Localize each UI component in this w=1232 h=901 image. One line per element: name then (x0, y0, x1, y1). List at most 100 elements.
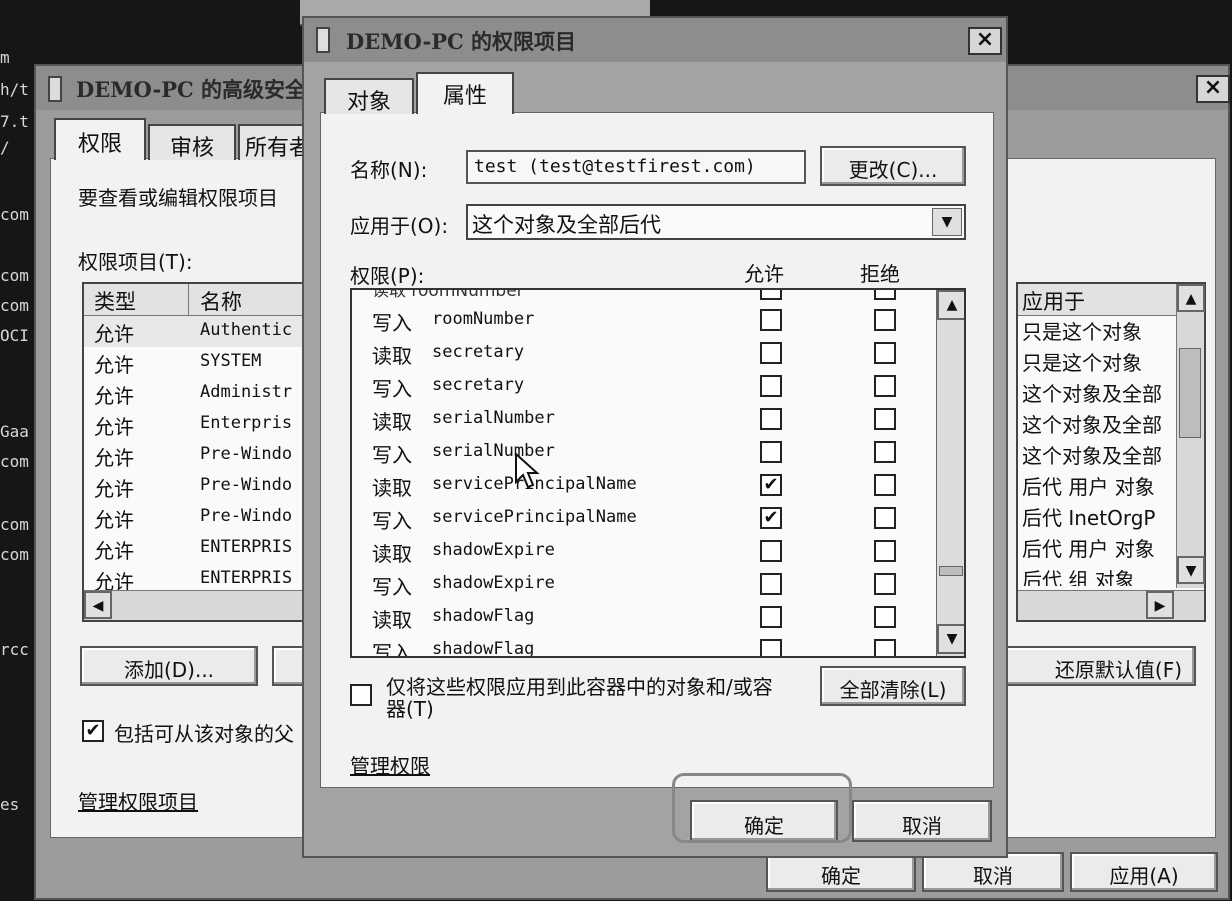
deny-checkbox[interactable] (874, 606, 896, 628)
tab-auditing[interactable]: 审核 (148, 124, 236, 161)
permission-attribute: shadowFlag (432, 639, 535, 658)
permissions-list[interactable]: 读取 roomNumber 写入 roomNumber 读取 secretary 写入 s… (350, 288, 966, 658)
close-icon[interactable]: × (968, 27, 1002, 55)
apply-to-container-checkbox[interactable] (350, 684, 372, 706)
clear-all-button[interactable]: 全部清除(L) (820, 666, 966, 706)
permissions-scrollbar[interactable]: ▲ ▼ (936, 290, 964, 656)
window-icon (316, 27, 330, 53)
row-name: Pre-Windo (200, 506, 293, 526)
partial-allow-checkbox[interactable] (760, 290, 782, 300)
tab-permissions[interactable]: 权限 (54, 118, 146, 160)
applies-to-cell: 后代 用户 对象 (1022, 537, 1155, 561)
scroll-down-icon[interactable]: ▼ (937, 624, 964, 654)
allow-checkbox[interactable] (760, 606, 782, 628)
permission-attribute: secretary (432, 375, 525, 395)
scroll-thumb[interactable] (1179, 348, 1201, 438)
allow-checkbox[interactable] (760, 342, 782, 364)
scroll-down-icon[interactable]: ▼ (1177, 556, 1205, 584)
allow-checkbox[interactable] (760, 639, 782, 656)
deny-checkbox[interactable] (874, 408, 896, 430)
apply-button[interactable]: 应用(A) (1070, 852, 1218, 892)
permission-entry-titlebar: DEMO-PC 的权限项目 × (304, 18, 1006, 62)
apply-to-container-label: 仅将这些权限应用到此容器中的对象和/或容器(T) (386, 675, 773, 721)
table-row[interactable]: 允许 ENTERPRIS (84, 533, 316, 564)
table-row[interactable]: 允许 Administr (84, 378, 316, 409)
allow-checkbox[interactable] (760, 540, 782, 562)
allow-checkbox[interactable] (760, 309, 782, 331)
name-field[interactable]: test (test@testfirest.com) (466, 150, 806, 184)
window-title: DEMO-PC 的高级安全 (76, 77, 307, 102)
applies-to-header-label[interactable]: 应用于 (1022, 286, 1085, 316)
row-name: Pre-Windo (200, 444, 293, 464)
permission-row[interactable]: 读取 secretary (352, 337, 932, 370)
permission-entries-list[interactable]: 类型 名称 允许 Authentic 允许 SYSTEM 允许 Administr 允许 En… (82, 282, 318, 622)
terminal-line: 7.t (0, 112, 29, 131)
deny-checkbox[interactable] (874, 441, 896, 463)
horizontal-scrollbar-right[interactable]: ▶ (1018, 590, 1204, 620)
row-type: 允许 (94, 384, 134, 408)
scroll-up-icon[interactable]: ▲ (1177, 284, 1205, 312)
allow-checkbox[interactable] (760, 408, 782, 430)
cancel-button[interactable]: 取消 (852, 800, 992, 842)
deny-checkbox[interactable] (874, 375, 896, 397)
table-row[interactable]: 允许 Pre-Windo (84, 471, 316, 502)
deny-checkbox[interactable] (874, 540, 896, 562)
cancel-button[interactable]: 取消 (922, 852, 1064, 892)
table-row[interactable]: 允许 Authentic (84, 316, 316, 347)
applies-to-column[interactable]: 应用于 只是这个对象 只是这个对象 这个对象及全部 这个对象及全部 这个对象及全部 后代 … (1016, 282, 1206, 622)
permission-row[interactable]: 写入 shadowFlag (352, 634, 932, 658)
permission-row[interactable]: 写入 roomNumber (352, 304, 932, 337)
permission-entries-label: 权限项目(T): (78, 250, 193, 274)
deny-checkbox[interactable] (874, 474, 896, 496)
column-type[interactable]: 类型 (94, 286, 136, 316)
table-row[interactable]: 允许 Pre-Windo (84, 440, 316, 471)
permission-row[interactable]: 读取 shadowFlag (352, 601, 932, 634)
deny-checkbox[interactable] (874, 639, 896, 656)
deny-checkbox[interactable] (874, 573, 896, 595)
column-name[interactable]: 名称 (200, 286, 242, 316)
add-button[interactable]: 添加(D)... (80, 646, 258, 686)
deny-checkbox[interactable] (874, 507, 896, 529)
deny-checkbox[interactable] (874, 309, 896, 331)
permission-row[interactable]: 写入 secretary (352, 370, 932, 403)
table-row[interactable]: 允许 SYSTEM (84, 347, 316, 378)
deny-checkbox[interactable] (874, 342, 896, 364)
row-type: 允许 (94, 477, 134, 501)
ok-button[interactable]: 确定 (766, 852, 916, 892)
table-row[interactable]: 允许 Enterpris (84, 409, 316, 440)
scroll-thumb[interactable] (939, 566, 963, 576)
table-row[interactable]: 允许 Pre-Windo (84, 502, 316, 533)
allow-checkbox[interactable] (760, 573, 782, 595)
scroll-left-icon[interactable]: ◀ (84, 591, 112, 619)
manage-permissions-link[interactable]: 管理权限 (350, 750, 430, 779)
permission-row[interactable]: 读取 servicePrincipalName ✔ (352, 469, 932, 502)
allow-checkbox[interactable] (760, 375, 782, 397)
terminal-line: com (0, 266, 29, 285)
permission-row[interactable]: 写入 serialNumber (352, 436, 932, 469)
vertical-scrollbar[interactable]: ▲ ▼ (1176, 284, 1205, 588)
permission-row[interactable]: 写入 shadowExpire (352, 568, 932, 601)
partial-deny-checkbox[interactable] (874, 290, 896, 300)
terminal-line: Gaa (0, 422, 29, 441)
manage-permission-entries-link[interactable]: 管理权限项目 (78, 786, 198, 815)
row-type: 允许 (94, 353, 134, 377)
permission-operation: 读取 (372, 608, 412, 632)
scroll-right-icon[interactable]: ▶ (1146, 591, 1174, 619)
permission-row[interactable]: 写入 servicePrincipalName ✔ (352, 502, 932, 535)
scroll-up-icon[interactable]: ▲ (937, 290, 964, 320)
horizontal-scrollbar[interactable]: ◀ (84, 590, 316, 620)
close-icon[interactable]: × (1196, 75, 1230, 103)
tab-object[interactable]: 对象 (324, 78, 414, 115)
permission-attribute: shadowExpire (432, 540, 555, 560)
allow-checkbox[interactable] (760, 441, 782, 463)
restore-defaults-button[interactable]: 还原默认值(F) (1004, 646, 1196, 686)
apply-to-dropdown[interactable]: 这个对象及全部后代 ▼ (466, 204, 966, 240)
chevron-down-icon[interactable]: ▼ (932, 208, 962, 236)
allow-checkbox[interactable]: ✔ (760, 507, 782, 529)
include-inheritable-checkbox[interactable]: ✔ (82, 720, 104, 742)
change-button[interactable]: 更改(C)... (820, 146, 966, 186)
tab-properties[interactable]: 属性 (416, 72, 514, 114)
permission-row[interactable]: 读取 serialNumber (352, 403, 932, 436)
permission-row[interactable]: 读取 shadowExpire (352, 535, 932, 568)
allow-checkbox[interactable]: ✔ (760, 474, 782, 496)
